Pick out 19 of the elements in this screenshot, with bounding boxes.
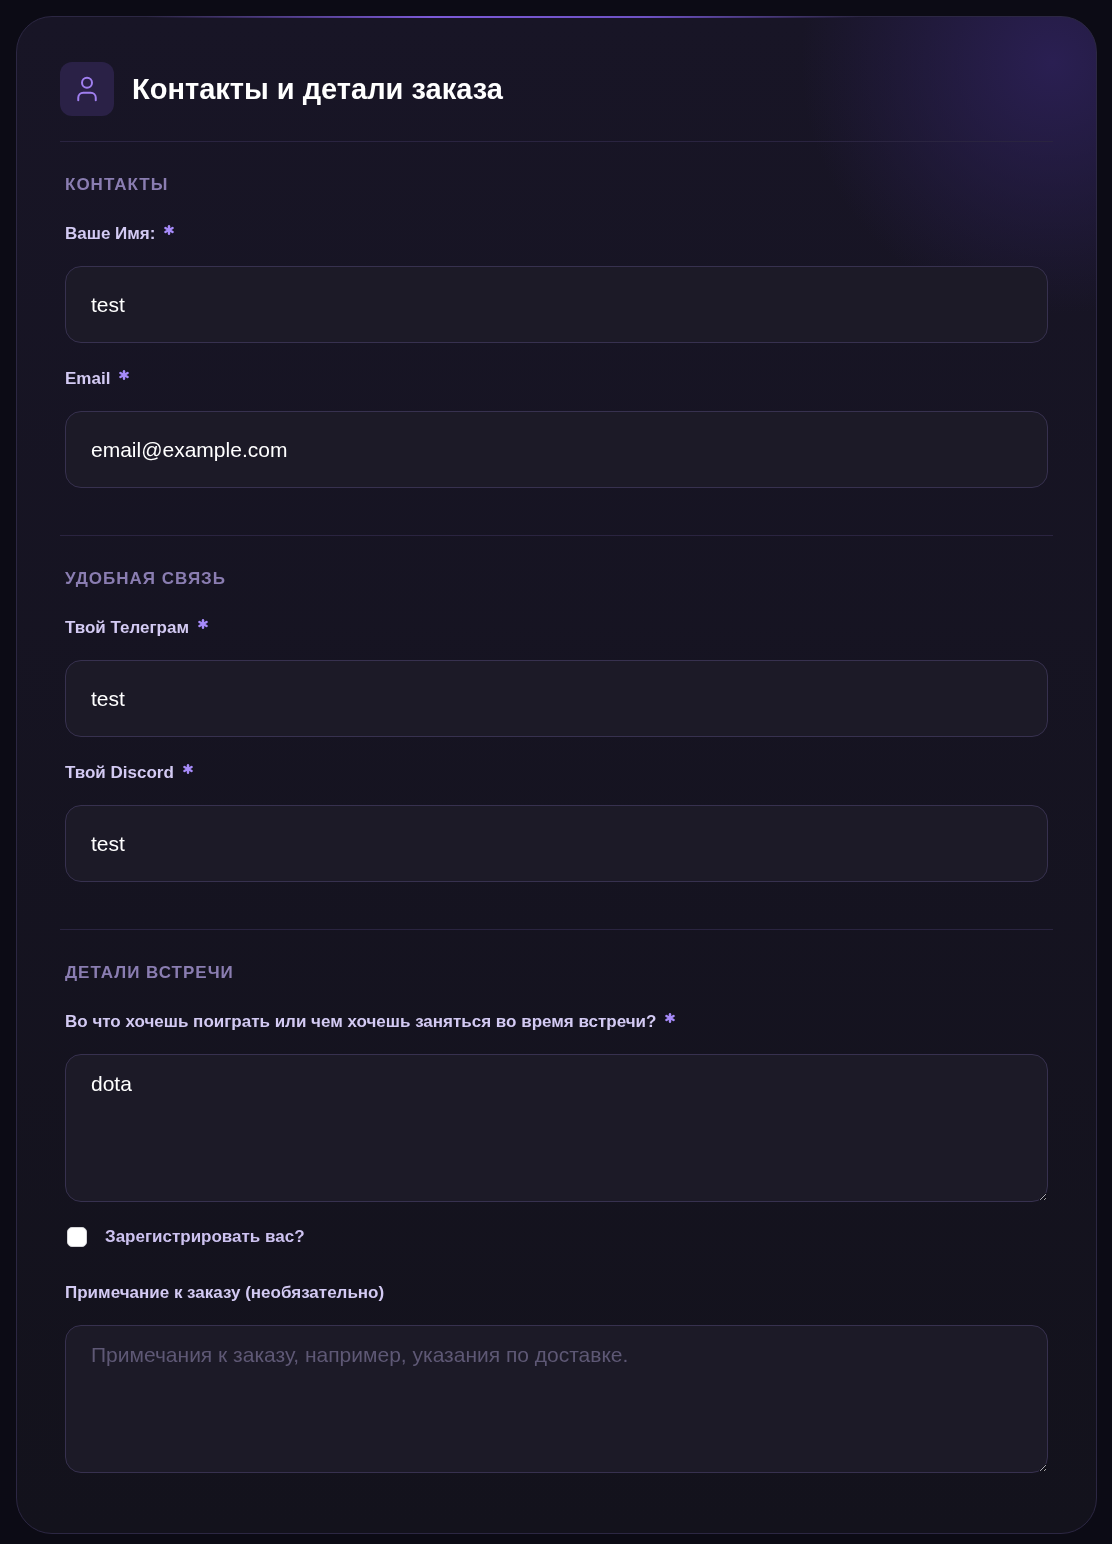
section-title: КОНТАКТЫ bbox=[65, 174, 170, 196]
input-field[interactable]: test bbox=[65, 266, 1048, 343]
text-area-field[interactable]: Примечания к заказу, например, указания по доставке. bbox=[65, 1325, 1048, 1473]
input-field[interactable]: test bbox=[65, 805, 1048, 882]
card-title: Контакты и детали заказа bbox=[132, 72, 503, 107]
section-title: УДОБНАЯ СВЯЗЬ bbox=[65, 568, 227, 590]
field-label: Твой Discord bbox=[65, 762, 174, 784]
input-field[interactable]: test bbox=[65, 660, 1048, 737]
field-label: Твой Телеграм bbox=[65, 617, 190, 639]
field-label: Email bbox=[65, 368, 111, 390]
checkbox[interactable] bbox=[67, 1227, 87, 1247]
text-area-field[interactable]: dota bbox=[65, 1054, 1048, 1202]
input-field[interactable]: email@example.com bbox=[65, 411, 1048, 488]
field-label: Примечание к заказу (необязательно) bbox=[65, 1282, 385, 1304]
section-title: ДЕТАЛИ ВСТРЕЧИ bbox=[65, 962, 235, 984]
field-label: Ваше Имя: bbox=[65, 223, 156, 245]
checkbox-label: Зарегистрировать вас? bbox=[105, 1226, 305, 1248]
field-label: Во что хочешь поиграть или чем хочешь заняться во время встречи? bbox=[65, 1011, 657, 1033]
user-icon bbox=[60, 62, 114, 116]
